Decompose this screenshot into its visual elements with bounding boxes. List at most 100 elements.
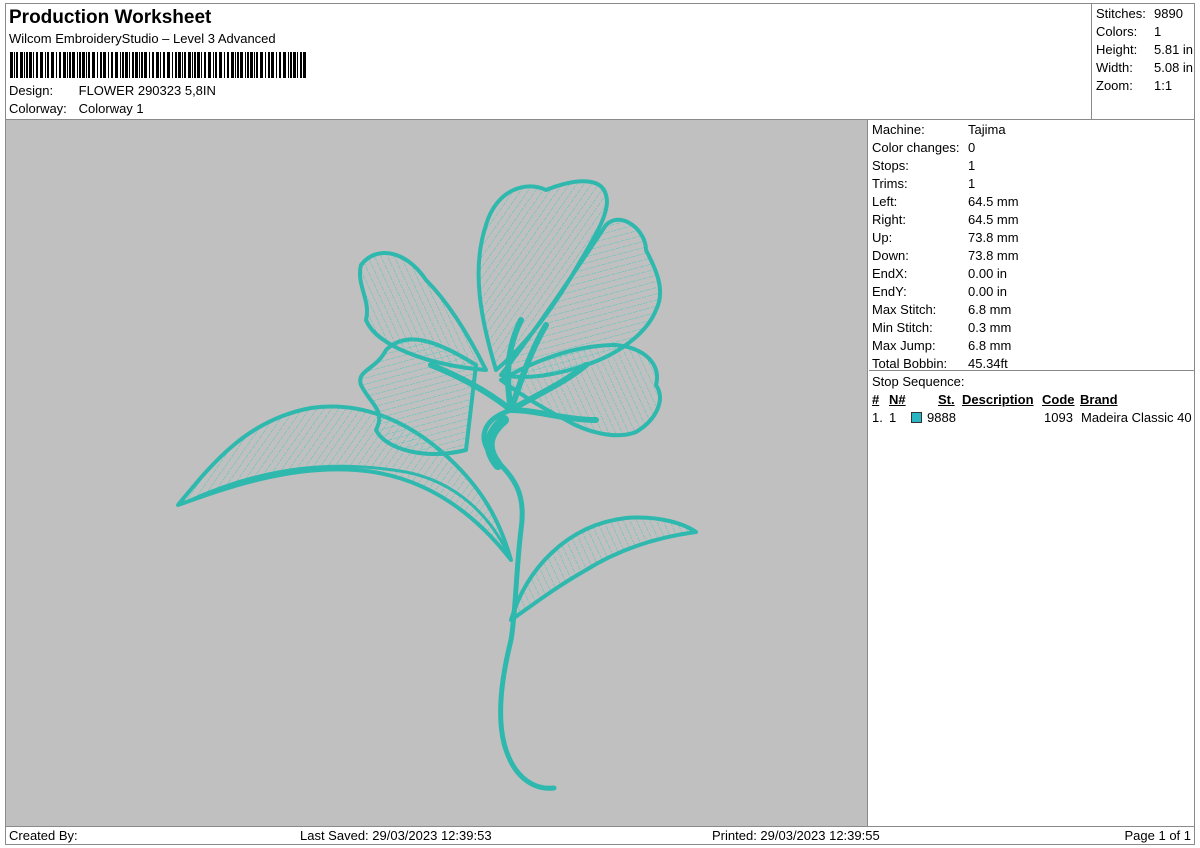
design-label: Design:: [9, 83, 54, 98]
barcode-bar: [163, 52, 165, 78]
barcode-bar: [283, 52, 286, 78]
barcode-bar: [192, 52, 193, 78]
info-trims: Trims: 1: [872, 176, 976, 191]
barcode-bar: [268, 52, 270, 78]
barcode-bar: [63, 52, 66, 78]
barcode-bar: [77, 52, 78, 78]
barcode-bar: [33, 52, 34, 78]
col-brand-header: Brand: [1080, 392, 1118, 407]
stop-sequence: Stop Sequence: # N# St. Description Code…: [869, 373, 1194, 427]
barcode-bar: [29, 52, 32, 78]
barcode-bar: [160, 52, 161, 78]
colorway-value: Colorway 1: [78, 101, 144, 116]
barcode-bar: [184, 52, 186, 78]
barcode-bar: [56, 52, 57, 78]
barcode-bar: [172, 52, 173, 78]
barcode-bar: [47, 52, 49, 78]
info-max-jump: Max Jump: 6.8 mm: [872, 338, 1012, 353]
barcode-bar: [297, 52, 298, 78]
color-swatch: [911, 412, 922, 423]
stat-stitches: Stitches: 9890: [1096, 6, 1183, 21]
barcode-bar: [14, 52, 15, 78]
barcode-bar: [45, 52, 46, 78]
barcode-bar: [260, 52, 263, 78]
barcode-bar: [247, 52, 249, 78]
row-num: 1.: [872, 410, 883, 425]
stat-zoom: Zoom: 1:1: [1096, 78, 1173, 93]
barcode-bar: [240, 52, 243, 78]
barcode-bar: [40, 52, 43, 78]
barcode-bar: [237, 52, 239, 78]
barcode-bar: [100, 52, 102, 78]
barcode-bar: [97, 52, 98, 78]
barcode-bar: [79, 52, 81, 78]
page-title: Production Worksheet: [9, 7, 212, 28]
barcode-bar: [224, 52, 225, 78]
barcode-bar: [141, 52, 143, 78]
info-stops: Stops: 1: [872, 158, 976, 173]
barcode-bar: [231, 52, 234, 78]
barcode-bar: [188, 52, 191, 78]
last-saved: Last Saved: 29/03/2023 12:39:53: [300, 828, 492, 843]
barcode-bar: [175, 52, 177, 78]
barcode-bar: [139, 52, 140, 78]
barcode-bar: [265, 52, 266, 78]
machine-info-list: Machine: Tajima Color changes: 0 Stops: 1 T…: [869, 120, 1194, 373]
stat-width: Width: 5.08 in: [1096, 60, 1194, 75]
machine-info-panel: Machine: Tajima Color changes: 0 Stops: 1 T…: [869, 120, 1194, 826]
created-by: Created By:: [9, 828, 78, 843]
barcode-bar: [300, 52, 302, 78]
barcode-bar: [208, 52, 211, 78]
barcode-bar: [293, 52, 296, 78]
info-min-stitch: Min Stitch: 0.3 mm: [872, 320, 1012, 335]
design-preview: [6, 120, 868, 826]
stop-sequence-row: 1. 1 9888 1093 Madeira Classic 40: [872, 409, 1194, 427]
info-left: Left: 64.5 mm: [872, 194, 1019, 209]
barcode-bar: [156, 52, 159, 78]
design-stats: Stitches: 9890 Colors: 1 Height: 5.81 in Wi…: [1091, 4, 1196, 119]
petal-back-left: [357, 251, 488, 372]
barcode-bar: [16, 52, 18, 78]
barcode-bar: [194, 52, 196, 78]
barcode-bar: [59, 52, 61, 78]
col-n-header: N#: [889, 392, 906, 407]
info-machine: Machine: Tajima: [872, 122, 1006, 137]
barcode-bar: [219, 52, 222, 78]
barcode-bar: [82, 52, 85, 78]
barcode-bar: [88, 52, 90, 78]
row-code: 1093: [1044, 410, 1073, 425]
barcode-bar: [135, 52, 138, 78]
info-color-changes: Color changes: 0: [872, 140, 976, 155]
info-divider: [869, 370, 1194, 371]
barcode-bar: [125, 52, 128, 78]
barcode-bar: [72, 52, 75, 78]
flower-embroidery-image: [176, 179, 698, 791]
barcode-bar: [111, 52, 113, 78]
design-row: Design: FLOWER 290323 5,8IN: [9, 83, 216, 98]
info-endx: EndX: 0.00 in: [872, 266, 1008, 281]
barcode-bar: [67, 52, 68, 78]
barcode-bar: [256, 52, 258, 78]
colorway-row: Colorway: Colorway 1: [9, 101, 144, 116]
barcode-bar: [245, 52, 246, 78]
stat-colors: Colors: 1: [1096, 24, 1162, 39]
info-up: Up: 73.8 mm: [872, 230, 1019, 245]
barcode-bar: [271, 52, 274, 78]
stop-sequence-title: Stop Sequence:: [872, 374, 965, 389]
right-leaf: [509, 515, 698, 622]
barcode-bar: [115, 52, 118, 78]
barcode-bar: [201, 52, 202, 78]
barcode-bar: [215, 52, 217, 78]
barcode-bar: [149, 52, 150, 78]
barcode-bar: [152, 52, 154, 78]
worksheet-footer: Created By: Last Saved: 29/03/2023 12:39…: [6, 826, 1194, 844]
printed-date: Printed: 29/03/2023 12:39:55: [712, 828, 880, 843]
info-endy: EndY: 0.00 in: [872, 284, 1008, 299]
barcode-bar: [26, 52, 28, 78]
production-worksheet: Production Worksheet Wilcom EmbroiderySt…: [5, 3, 1195, 845]
barcode-bar: [213, 52, 214, 78]
barcode-bar: [51, 52, 54, 78]
colorway-label: Colorway:: [9, 101, 67, 116]
barcode-bar: [197, 52, 200, 78]
barcode-bar: [182, 52, 183, 78]
